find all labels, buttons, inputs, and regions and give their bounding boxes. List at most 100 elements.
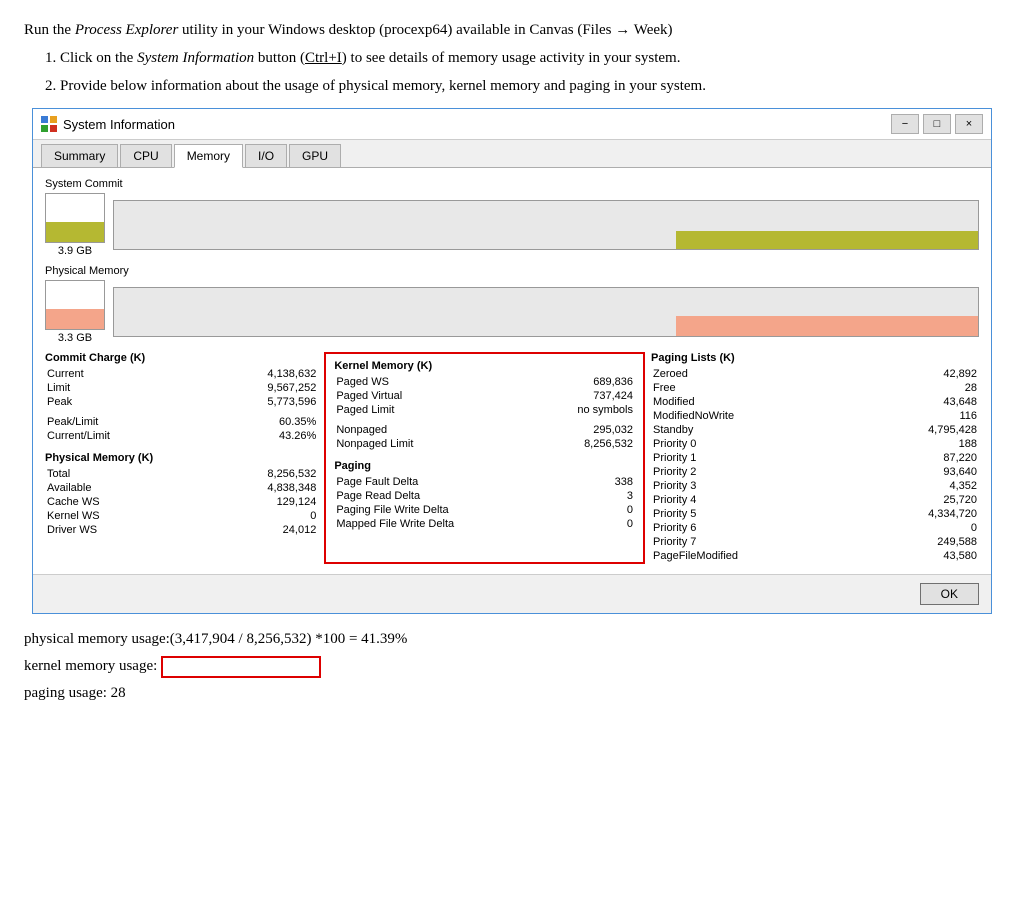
intro-text: Run the Process Explorer utility in your… [24,18,1000,42]
kernel-answer-box[interactable] [161,656,321,678]
physical-usage-value: physical memory usage:(3,417,904 / 8,256… [24,631,407,647]
system-commit-thumb [45,193,105,243]
priority-6-value: 0 [907,522,977,534]
system-commit-section: System Commit 3.9 GB [45,178,979,257]
nonpaged-row: Nonpaged 295,032 [334,424,635,436]
priority-6-row: Priority 6 0 [651,522,979,534]
kernel-ws-row: Kernel WS 0 [45,510,318,522]
limit-row: Limit 9,567,252 [45,382,318,394]
paging-file-write-row: Paging File Write Delta 0 [334,504,635,516]
priority-7-row: Priority 7 249,588 [651,536,979,548]
priority-1-row: Priority 1 87,220 [651,452,979,464]
page-file-modified-label: PageFileModified [653,550,738,562]
paged-limit-label: Paged Limit [336,404,394,416]
zeroed-row: Zeroed 42,892 [651,368,979,380]
paging-title: Paging [334,460,635,472]
total-row: Total 8,256,532 [45,468,318,480]
data-area: Commit Charge (K) Current 4,138,632 Limi… [45,352,979,564]
priority-5-row: Priority 5 4,334,720 [651,508,979,520]
priority-7-label: Priority 7 [653,536,696,548]
peak-label: Peak [47,396,72,408]
nonpaged-value: 295,032 [563,424,633,436]
paging-file-write-value: 0 [563,504,633,516]
ok-button[interactable]: OK [920,583,979,605]
modified-row: Modified 43,648 [651,396,979,408]
standby-label: Standby [653,424,693,436]
physical-memory-label: Physical Memory [45,265,979,277]
physical-memory-row: 3.3 GB [45,280,979,344]
system-commit-label: System Commit [45,178,979,190]
kernel-memory-title: Kernel Memory (K) [334,360,635,372]
tab-gpu[interactable]: GPU [289,144,341,167]
driver-ws-value: 24,012 [246,524,316,536]
page-file-modified-row: PageFileModified 43,580 [651,550,979,562]
current-limit-label: Current/Limit [47,430,110,442]
limit-label: Limit [47,382,70,394]
physical-memory-thumb-wrap: 3.3 GB [45,280,105,344]
priority-0-value: 188 [907,438,977,450]
priority-6-label: Priority 6 [653,522,696,534]
driver-ws-label: Driver WS [47,524,97,536]
total-value: 8,256,532 [246,468,316,480]
nonpaged-label: Nonpaged [336,424,387,436]
free-value: 28 [907,382,977,394]
system-commit-thumb-wrap: 3.9 GB [45,193,105,257]
tab-cpu[interactable]: CPU [120,144,171,167]
paging-file-write-label: Paging File Write Delta [336,504,448,516]
priority-0-label: Priority 0 [653,438,696,450]
page-file-modified-value: 43,580 [907,550,977,562]
priority-7-value: 249,588 [907,536,977,548]
peak-value: 5,773,596 [246,396,316,408]
paged-ws-row: Paged WS 689,836 [334,376,635,388]
priority-4-row: Priority 4 25,720 [651,494,979,506]
available-row: Available 4,838,348 [45,482,318,494]
page-fault-delta-row: Page Fault Delta 338 [334,476,635,488]
modified-label: Modified [653,396,695,408]
current-limit-row: Current/Limit 43.26% [45,430,318,442]
cache-ws-label: Cache WS [47,496,100,508]
priority-5-label: Priority 5 [653,508,696,520]
tab-io[interactable]: I/O [245,144,287,167]
physical-memory-size: 3.3 GB [58,332,92,344]
tab-summary[interactable]: Summary [41,144,118,167]
paging-lists-title: Paging Lists (K) [651,352,979,364]
mapped-file-write-value: 0 [563,518,633,530]
step2-text: Provide below information about the usag… [60,74,1000,98]
modified-value: 43,648 [907,396,977,408]
title-left: System Information [41,116,175,132]
paged-virtual-label: Paged Virtual [336,390,402,402]
modified-no-write-value: 116 [907,410,977,422]
app-icon [41,116,57,132]
kernel-ws-value: 0 [246,510,316,522]
current-label: Current [47,368,84,380]
system-commit-main-chart [113,200,979,250]
priority-3-row: Priority 3 4,352 [651,480,979,492]
page-read-delta-value: 3 [563,490,633,502]
cache-ws-row: Cache WS 129,124 [45,496,318,508]
nonpaged-limit-row: Nonpaged Limit 8,256,532 [334,438,635,450]
tabs-bar: Summary CPU Memory I/O GPU [33,140,991,168]
minimize-button[interactable]: − [891,114,919,134]
priority-1-label: Priority 1 [653,452,696,464]
instructions: Run the Process Explorer utility in your… [24,18,1000,98]
physical-usage-text: physical memory usage:(3,417,904 / 8,256… [24,626,1000,653]
priority-4-value: 25,720 [907,494,977,506]
system-commit-row: 3.9 GB [45,193,979,257]
close-button[interactable]: × [955,114,983,134]
kernel-usage-label: kernel memory usage: [24,658,157,674]
driver-ws-row: Driver WS 24,012 [45,524,318,536]
priority-3-label: Priority 3 [653,480,696,492]
commit-charge-title: Commit Charge (K) [45,352,318,364]
cache-ws-value: 129,124 [246,496,316,508]
priority-5-value: 4,334,720 [907,508,977,520]
priority-2-label: Priority 2 [653,466,696,478]
physical-memory-thumb [45,280,105,330]
tab-memory[interactable]: Memory [174,144,243,168]
mapped-file-write-label: Mapped File Write Delta [336,518,454,530]
step1-text: Click on the System Information button (… [60,46,1000,70]
priority-2-value: 93,640 [907,466,977,478]
total-label: Total [47,468,70,480]
titlebar: System Information − □ × [33,109,991,140]
window-content: System Commit 3.9 GB Physical Memory [33,168,991,574]
maximize-button[interactable]: □ [923,114,951,134]
